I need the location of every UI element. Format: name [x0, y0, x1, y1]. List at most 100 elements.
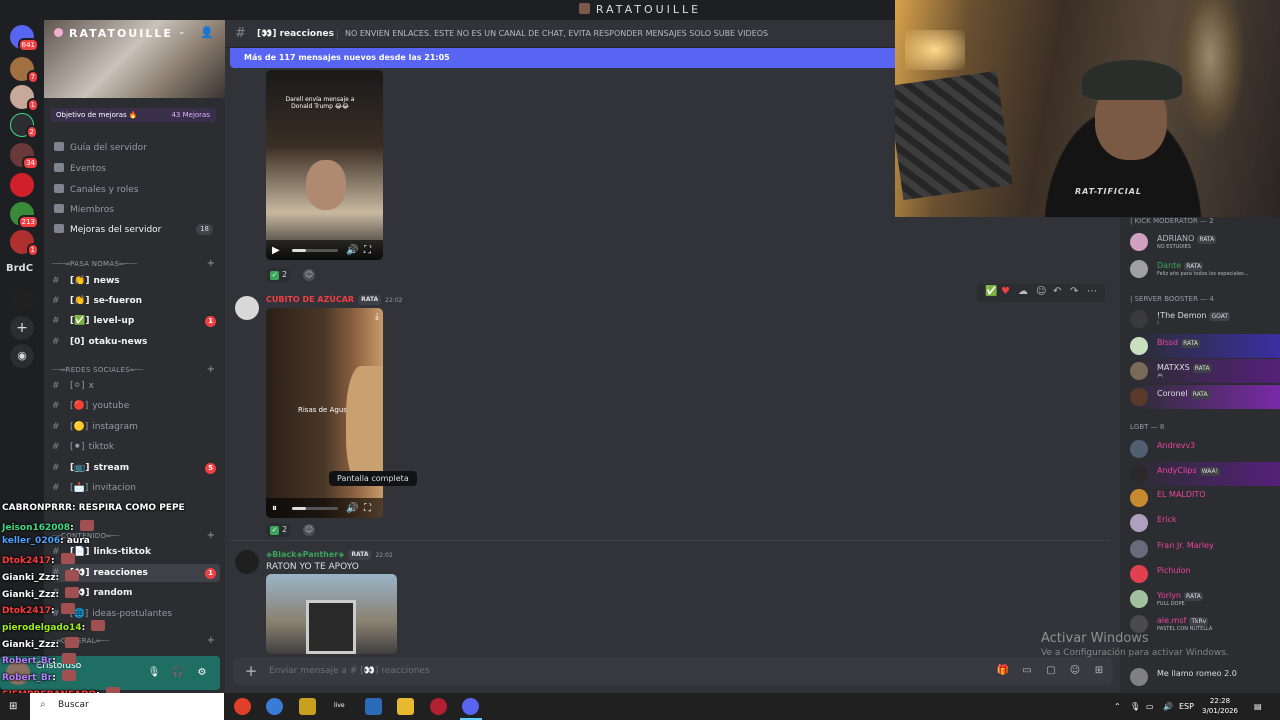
volume-icon[interactable]: 🔊 — [346, 245, 358, 256]
copilot-icon[interactable] — [266, 698, 283, 715]
add-reaction-icon[interactable]: ☺ — [303, 524, 315, 536]
chevron-down-icon[interactable]: ⌄ — [178, 27, 186, 37]
pause-icon[interactable]: ⏸ — [272, 503, 277, 514]
member-item[interactable]: Pichulon — [1130, 562, 1280, 586]
chrome-icon[interactable] — [234, 698, 251, 715]
notifications-icon[interactable]: ▤ — [1254, 702, 1262, 711]
cloud-reaction-icon[interactable]: ☁ — [1018, 286, 1028, 297]
server-icon[interactable]: 1 — [10, 230, 39, 257]
emoji-icon[interactable]: ☺ — [1068, 664, 1082, 678]
member-item[interactable]: Erick — [1130, 511, 1280, 535]
server-label[interactable]: BrdC — [6, 263, 33, 274]
server-icon[interactable]: 213 — [10, 202, 39, 229]
channel-otaku-news[interactable]: # [0] otaku-news — [52, 333, 220, 351]
download-icon[interactable]: ⤓ — [375, 312, 379, 322]
discover-icon[interactable]: ◉ — [10, 344, 34, 368]
server-banner[interactable]: RATATOUILLE ⌄ 👤 — [44, 20, 225, 98]
server-icon[interactable]: 34 — [10, 143, 39, 170]
member-item[interactable]: Yorlyn RATA FULL DOPE — [1130, 587, 1280, 611]
server-guide-item[interactable]: Guía del servidor — [54, 142, 147, 153]
events-item[interactable]: Eventos — [54, 163, 106, 174]
video-embed[interactable]: ⤓ Risas de Agus ⏸ 🔊 ⛶ — [266, 308, 383, 518]
tray-chevron-icon[interactable]: ⌃ — [1114, 702, 1121, 711]
headphones-icon[interactable]: 🎧 — [171, 666, 185, 680]
add-channel-icon[interactable]: + — [207, 635, 215, 646]
app-icon[interactable] — [299, 698, 316, 715]
add-reaction-icon[interactable]: ☺ — [303, 269, 315, 281]
add-channel-icon[interactable]: + — [207, 530, 215, 541]
message-author[interactable]: CUBITO DE AZÚCAR RATA 22:02 — [266, 295, 402, 305]
channel-x[interactable]: # [⚪] x — [52, 377, 220, 395]
server-boosts-item[interactable]: Mejoras del servidor — [54, 224, 161, 235]
channels-roles-item[interactable]: Canales y roles — [54, 184, 139, 195]
video-embed[interactable]: Darell envía mensaje a Donald Trump 😂😂 ▶… — [266, 70, 383, 260]
check-reaction-icon[interactable]: ✅ — [985, 286, 997, 297]
channel-instagram[interactable]: # [🟡] instagram — [52, 418, 220, 436]
channel-se-fueron[interactable]: # [👏] se-fueron — [52, 292, 220, 310]
volume-icon[interactable]: 🔊 — [346, 503, 358, 514]
add-attachment-icon[interactable]: + — [241, 661, 261, 681]
member-item[interactable]: Me llamo romeo 2.0 — [1130, 665, 1280, 689]
member-item[interactable]: Coronel RATA — [1130, 385, 1280, 409]
gif-icon[interactable]: ▭ — [1020, 664, 1034, 678]
member-item[interactable]: ADRIANO RATA NO ESTUDIES — [1130, 230, 1280, 254]
member-item[interactable]: !The Demon GOAT! — [1130, 307, 1280, 331]
channel-topic[interactable]: NO ENVIEN ENLACES. ESTE NO ES UN CANAL D… — [345, 20, 768, 48]
taskbar-clock[interactable]: 22:28 3/01/2026 — [1200, 696, 1240, 716]
message-author[interactable]: ◈Black◈Panther◈ RATA 22:02 — [266, 550, 393, 560]
forward-icon[interactable]: ↷ — [1070, 286, 1078, 297]
avatar[interactable] — [235, 550, 259, 574]
language-indicator[interactable]: ESP — [1179, 702, 1194, 711]
add-reaction-icon[interactable]: ☺ — [1036, 286, 1046, 297]
category-label[interactable]: ┈╌╌═PASA NOMAS═╌╌┈ — [52, 260, 137, 268]
new-messages-bar[interactable]: Más de 117 mensajes nuevos desde las 21:… — [230, 48, 900, 68]
channel-invitacion[interactable]: # [📩] invitacion — [52, 479, 220, 497]
server-icon[interactable]: 1 — [10, 85, 39, 112]
microphone-icon[interactable]: 🎙 — [147, 666, 161, 680]
channel-stream[interactable]: # [📺] stream 5 — [52, 459, 220, 477]
avatar[interactable] — [235, 296, 259, 320]
channel-tiktok[interactable]: # [⚫] tiktok — [52, 438, 220, 456]
kick-server-icon[interactable]: 2 — [10, 113, 38, 139]
boost-goal-bar[interactable]: Objetivo de mejoras 🔥 43 Mejoras — [50, 108, 216, 122]
reply-icon[interactable]: ↶ — [1053, 286, 1061, 297]
gift-icon[interactable]: 🎁 — [996, 664, 1010, 678]
add-server-icon[interactable]: + — [10, 316, 34, 340]
add-channel-icon[interactable]: + — [207, 364, 215, 375]
server-icon[interactable] — [10, 288, 34, 312]
member-item[interactable]: AndyClips WAA! — [1130, 462, 1280, 486]
gear-icon[interactable]: ⚙ — [195, 666, 209, 680]
taskbar-search[interactable]: ⌕ Buscar — [30, 693, 224, 720]
category-label[interactable]: ┈╌═REDES SOCIALES═╌┈ — [52, 366, 144, 374]
sticker-icon[interactable]: ▢ — [1044, 664, 1058, 678]
microphone-icon[interactable]: 🎙 — [1130, 702, 1140, 711]
member-item[interactable]: Fran Jr. Marley — [1130, 537, 1280, 561]
volume-slider[interactable] — [292, 507, 338, 510]
member-item[interactable]: ale.msf TkRv PASTEL CON NUTELLA — [1130, 612, 1280, 636]
play-icon[interactable]: ▶ — [272, 245, 280, 256]
add-channel-icon[interactable]: + — [207, 258, 215, 269]
folder-icon[interactable] — [397, 698, 414, 715]
member-item[interactable]: MATXXS RATA 🎮 — [1130, 359, 1280, 383]
member-item[interactable]: Andrevv3 — [1130, 437, 1280, 461]
home-icon[interactable]: 641 — [10, 25, 39, 52]
network-icon[interactable]: ▭ — [1146, 702, 1154, 711]
reaction-check[interactable]: ✓ 2 — [266, 268, 292, 282]
server-icon[interactable]: 7 — [10, 57, 39, 84]
volume-icon[interactable]: 🔊 — [1163, 702, 1173, 711]
server-icon[interactable] — [10, 173, 34, 197]
fullscreen-icon[interactable]: ⛶ — [364, 503, 371, 514]
more-icon[interactable]: ⋯ — [1087, 286, 1097, 297]
message-input[interactable]: Enviar mensaje a # [👀] reacciones — [269, 657, 430, 685]
channel-youtube[interactable]: # [🔴] youtube — [52, 397, 220, 415]
windows-start-icon[interactable]: ⊞ — [9, 701, 21, 713]
channel-level-up[interactable]: # [✅] level-up 1 — [52, 312, 220, 330]
member-item[interactable]: Dante RATA Feliz año para todos los especi… — [1130, 257, 1280, 281]
members-item[interactable]: Miembros — [54, 204, 114, 215]
live-app-icon[interactable]: live — [334, 702, 345, 709]
reaction-check[interactable]: ✓ 2 — [266, 523, 292, 537]
discord-icon[interactable] — [462, 698, 479, 715]
invite-icon[interactable]: 👤 — [200, 26, 214, 40]
channel-news[interactable]: # [👏] news — [52, 272, 220, 290]
image-embed[interactable] — [266, 574, 397, 654]
